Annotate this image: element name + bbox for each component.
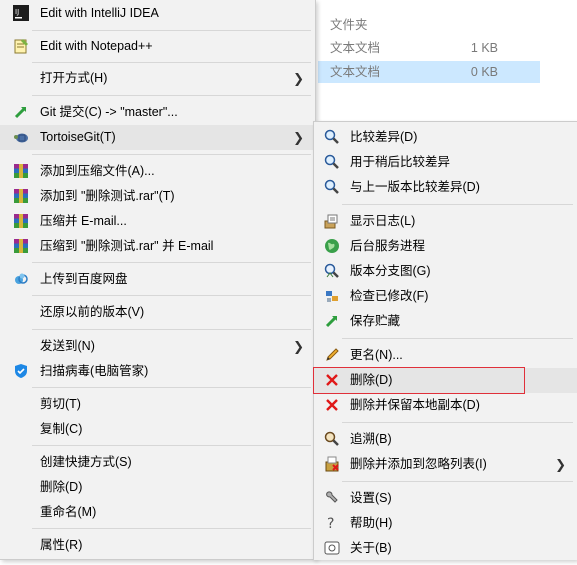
separator [32,295,311,296]
revision-graph-icon [324,263,340,279]
menu-item-compress-email[interactable]: 压缩并 E-mail... [0,209,315,234]
menu-item-create-shortcut[interactable]: 创建快捷方式(S) [0,450,315,475]
separator [32,387,311,388]
ignore-icon [324,456,340,472]
menu-item-git-commit[interactable]: Git 提交(C) -> "master"... [0,100,315,125]
separator [32,262,311,263]
submenu-item-daemon[interactable]: 后台服务进程 [314,234,577,259]
submenu-item-rename[interactable]: 更名(N)... [314,343,577,368]
chevron-right-icon: ❯ [293,71,304,86]
chevron-right-icon: ❯ [293,339,304,354]
baidu-netdisk-icon [13,271,29,287]
submenu-item-stash-save[interactable]: 保存贮藏 [314,309,577,334]
menu-item-compress-rar-email[interactable]: 压缩到 "删除测试.rar" 并 E-mail [0,234,315,259]
magnifier-icon [324,154,340,170]
chevron-right-icon: ❯ [293,130,304,145]
separator [342,338,573,339]
file-type: 文本文档 [330,41,381,55]
folder-type-label: 文件夹 [330,18,368,32]
explorer-file-list: 文件夹 文本文档 1 KB 文本文档 0 KB [318,0,577,118]
menu-item-add-archive[interactable]: 添加到压缩文件(A)... [0,159,315,184]
tortoisegit-submenu: 比较差异(D) 用于稍后比较差异 与上一版本比较差异(D) 显示日志(L) 后台… [313,121,577,560]
tortoisegit-icon [13,129,29,145]
menu-item-delete[interactable]: 删除(D) [0,475,315,500]
winrar-icon [13,188,29,204]
menu-item-edit-notepad[interactable]: Edit with Notepad++ [0,34,315,59]
chevron-right-icon: ❯ [555,457,566,472]
winrar-icon [13,163,29,179]
check-modified-icon [324,288,340,304]
submenu-item-show-log[interactable]: 显示日志(L) [314,209,577,234]
separator [342,481,573,482]
explorer-row-selected[interactable]: 文本文档 0 KB [318,61,540,83]
menu-item-add-to-rar[interactable]: 添加到 "删除测试.rar"(T) [0,184,315,209]
svg-text:?: ? [327,516,334,531]
menu-item-scan-virus[interactable]: 扫描病毒(电脑管家) [0,359,315,384]
winrar-icon [13,238,29,254]
log-icon [324,213,340,229]
winrar-icon [13,213,29,229]
menu-item-open-with[interactable]: 打开方式(H) ❯ [0,66,315,91]
notepad-plus-plus-icon [13,38,29,54]
stash-icon [324,313,340,329]
submenu-item-about[interactable]: 关于(B) [314,536,577,561]
about-icon [324,540,340,556]
separator [32,528,311,529]
explorer-header-row: 文件夹 [318,14,577,36]
file-size: 1 KB [470,41,498,55]
menu-item-edit-intellij[interactable]: IJ Edit with IntelliJ IDEA [0,1,315,26]
submenu-item-diff[interactable]: 比较差异(D) [314,125,577,150]
menu-item-copy[interactable]: 复制(C) [0,417,315,442]
context-menu: IJ Edit with IntelliJ IDEA Edit with Not… [0,0,316,560]
help-icon: ? [324,515,340,532]
file-size: 0 KB [470,65,498,79]
submenu-item-check-modified[interactable]: 检查已修改(F) [314,284,577,309]
menu-item-cut[interactable]: 剪切(T) [0,392,315,417]
svg-text:IJ: IJ [15,8,19,16]
magnifier-icon [324,129,340,145]
separator [32,445,311,446]
red-x-icon [324,397,340,413]
submenu-item-delete-keep-local[interactable]: 删除并保留本地副本(D) [314,393,577,418]
menu-item-properties[interactable]: 属性(R) [0,533,315,558]
separator [32,30,311,31]
menu-item-send-to[interactable]: 发送到(N) ❯ [0,334,315,359]
settings-icon [324,490,340,506]
separator [32,95,311,96]
shield-icon [13,363,29,379]
separator [342,422,573,423]
submenu-item-help[interactable]: ? 帮助(H) [314,511,577,536]
menu-item-tortoisegit[interactable]: TortoiseGit(T) ❯ [0,125,315,150]
submenu-item-blame[interactable]: 追溯(B) [314,427,577,452]
menu-item-rename[interactable]: 重命名(M) [0,500,315,525]
separator [342,204,573,205]
submenu-item-revision-graph[interactable]: 版本分支图(G) [314,259,577,284]
intellij-icon: IJ [13,5,29,21]
git-commit-icon [13,104,29,120]
menu-item-restore-versions[interactable]: 还原以前的版本(V) [0,300,315,325]
separator [32,154,311,155]
submenu-item-diff-later[interactable]: 用于稍后比较差异 [314,150,577,175]
submenu-item-delete-add-ignore[interactable]: 删除并添加到忽略列表(I) ❯ [314,452,577,477]
submenu-item-diff-previous[interactable]: 与上一版本比较差异(D) [314,175,577,200]
pencil-icon [324,347,340,363]
submenu-item-settings[interactable]: 设置(S) [314,486,577,511]
separator [32,329,311,330]
separator [32,62,311,63]
menu-item-baidu-upload[interactable]: 上传到百度网盘 [0,267,315,292]
magnifier-icon [324,179,340,195]
file-type: 文本文档 [330,65,381,79]
globe-icon [324,238,340,254]
highlight-box [313,367,525,394]
explorer-row[interactable]: 文本文档 1 KB [318,37,540,59]
blame-icon [324,431,340,447]
